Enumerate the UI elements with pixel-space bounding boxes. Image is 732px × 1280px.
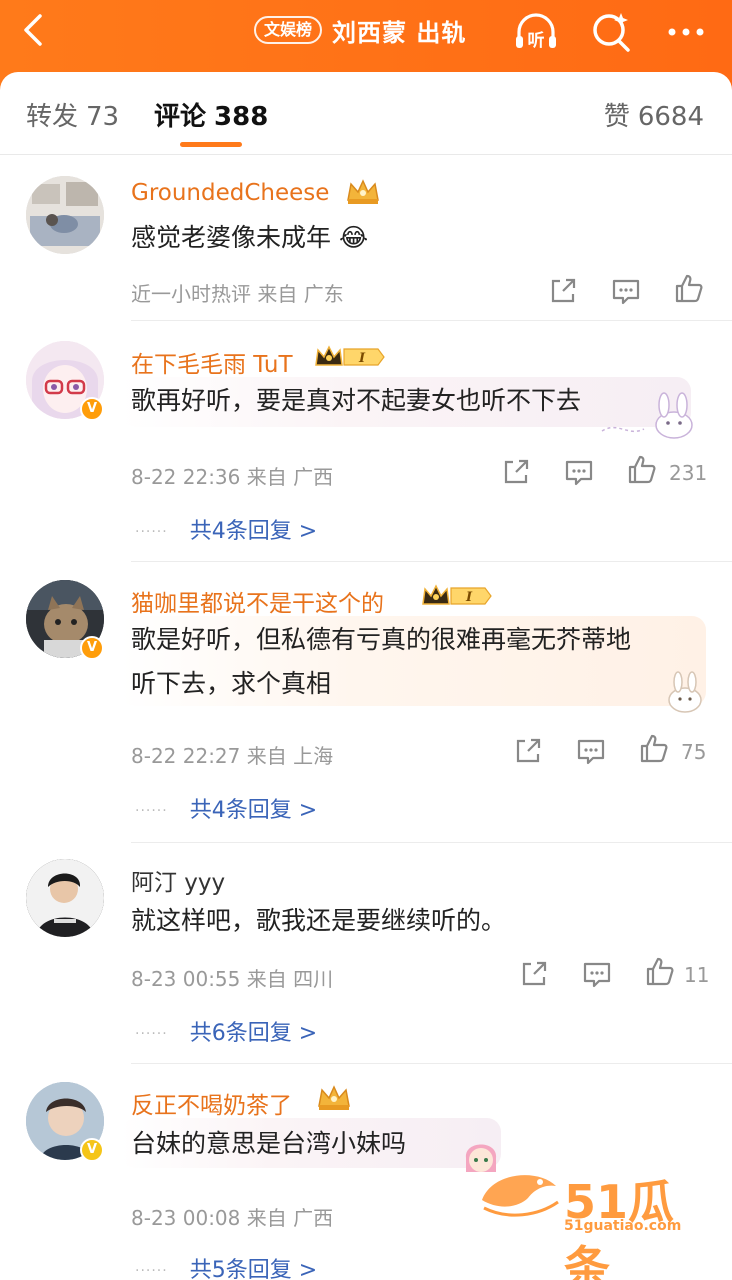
tab-like-label: 赞 <box>603 102 630 132</box>
share-icon[interactable] <box>499 455 533 489</box>
bunny-sticker-icon <box>601 392 693 439</box>
comment-meta: 8-22 22:27 来自 上海 <box>131 744 334 768</box>
rank-badge: 文娱榜 <box>254 16 323 44</box>
view-replies-link[interactable]: ······ 共4条回复 > <box>135 513 317 545</box>
comment-item: V 在下毛毛雨 TuT I 歌再好听，要是真对不起妻女也听不下去 8-22 22… <box>0 321 732 562</box>
verified-badge-icon: V <box>80 397 104 421</box>
username[interactable]: GroundedCheese <box>131 180 329 206</box>
like-icon[interactable] <box>672 272 706 306</box>
comment-item: 阿汀 yyy 就这样吧，歌我还是要继续听的。 8-23 00:55 来自 四川 … <box>0 843 732 1064</box>
tab-like[interactable]: 赞 6684 <box>604 96 704 133</box>
comment-text-line: 听下去，求个真相 <box>131 669 332 698</box>
comment-text: 感觉老婆像未成年 😂 <box>131 216 368 260</box>
crown-level-badge-icon: I <box>422 584 492 605</box>
svg-text:I: I <box>465 590 473 605</box>
view-replies-link[interactable]: ······ 共6条回复 > <box>135 1015 317 1047</box>
active-tab-indicator <box>180 142 242 147</box>
tab-forward-count: 73 <box>86 102 120 132</box>
tab-forward[interactable]: 转发 73 <box>26 96 119 133</box>
svg-text:听: 听 <box>528 30 545 51</box>
topic-header[interactable]: 文娱榜 刘西蒙 出轨 <box>254 12 466 48</box>
comment-meta: 8-23 00:55 来自 四川 <box>131 967 334 991</box>
share-icon[interactable] <box>517 957 551 991</box>
watermark-url: 51guatiao.com <box>564 1218 682 1234</box>
tab-like-count: 6684 <box>637 102 704 132</box>
tabs-divider <box>0 154 732 155</box>
username[interactable]: 在下毛毛雨 TuT <box>131 345 293 379</box>
comment-icon[interactable] <box>580 957 614 991</box>
comment-meta: 8-23 00:08 来自 广西 <box>131 1206 334 1230</box>
like-count: 75 <box>681 740 707 764</box>
username[interactable]: 反正不喝奶茶了 <box>131 1086 292 1120</box>
headphones-icon: 听 <box>516 13 556 51</box>
like-icon[interactable] <box>643 955 677 989</box>
avatar[interactable] <box>26 176 104 254</box>
reply-dots: ······ <box>135 524 168 540</box>
verified-badge-icon: V <box>80 1138 104 1162</box>
avatar[interactable] <box>26 859 104 937</box>
share-icon[interactable] <box>511 734 545 768</box>
crown-level-badge-icon: I <box>315 345 385 366</box>
comment-text-content: 感觉老婆像未成年 <box>131 223 332 252</box>
more-icon[interactable] <box>662 8 710 56</box>
replies-label: 共6条回复 > <box>189 1021 318 1046</box>
listen-button[interactable]: 听 <box>512 8 560 56</box>
reply-dots: ······ <box>135 1263 168 1279</box>
comment-text: 歌再好听，要是真对不起妻女也听不下去 <box>131 386 582 415</box>
replies-label: 共4条回复 > <box>189 519 318 544</box>
comment-text-line: 歌是好听，但私德有亏真的很难再毫无芥蒂地 <box>131 625 632 654</box>
comment-icon[interactable] <box>609 274 643 308</box>
crown-badge-icon <box>318 1085 350 1110</box>
reply-dots: ······ <box>135 803 168 819</box>
laugh-cry-emoji-icon: 😂 <box>338 223 369 252</box>
replies-label: 共4条回复 > <box>189 798 318 823</box>
watermark-logo: 51瓜条 51guatiao.com <box>478 1164 718 1280</box>
bunny-sticker-icon <box>668 671 702 713</box>
like-count: 11 <box>684 963 710 987</box>
tab-comment-label: 评论 <box>154 102 207 132</box>
comment-item: V 猫咖里都说不是干这个的 I 歌是好听，但私德有亏真的很难再毫无芥蒂地 听下去… <box>0 562 732 843</box>
fish-logo-icon <box>482 1175 559 1217</box>
like-icon[interactable] <box>637 732 671 766</box>
comment-meta: 8-22 22:36 来自 广西 <box>131 465 334 489</box>
tab-forward-label: 转发 <box>26 102 79 132</box>
username[interactable]: 猫咖里都说不是干这个的 <box>131 584 384 618</box>
topic-title: 刘西蒙 出轨 <box>332 18 467 47</box>
tab-comment-count: 388 <box>214 102 269 132</box>
replies-label: 共5条回复 > <box>189 1258 318 1280</box>
reply-dots: ······ <box>135 1026 168 1042</box>
like-icon[interactable] <box>625 453 659 487</box>
comment-meta: 近一小时热评 来自 广东 <box>131 282 344 306</box>
share-icon[interactable] <box>546 274 580 308</box>
comment-text: 台妹的意思是台湾小妹吗 <box>131 1129 407 1158</box>
search-icon[interactable] <box>588 8 636 56</box>
crown-badge-icon <box>347 179 379 204</box>
comment-icon[interactable] <box>574 734 608 768</box>
like-count: 231 <box>669 461 708 485</box>
back-arrow-icon[interactable] <box>14 10 54 50</box>
comment-item: GroundedCheese 感觉老婆像未成年 😂 近一小时热评 来自 广东 <box>0 160 732 321</box>
tab-bar: 转发 73 评论 388 赞 6684 <box>0 72 732 154</box>
username[interactable]: 阿汀 yyy <box>131 863 225 897</box>
comment-text: 就这样吧，歌我还是要继续听的。 <box>131 906 507 935</box>
verified-badge-icon: V <box>80 636 104 660</box>
view-replies-link[interactable]: ······ 共4条回复 > <box>135 792 317 824</box>
view-replies-link[interactable]: ······ 共5条回复 > <box>135 1252 317 1280</box>
tab-comment[interactable]: 评论 388 <box>154 96 268 133</box>
svg-text:I: I <box>358 351 366 366</box>
comment-icon[interactable] <box>562 455 596 489</box>
